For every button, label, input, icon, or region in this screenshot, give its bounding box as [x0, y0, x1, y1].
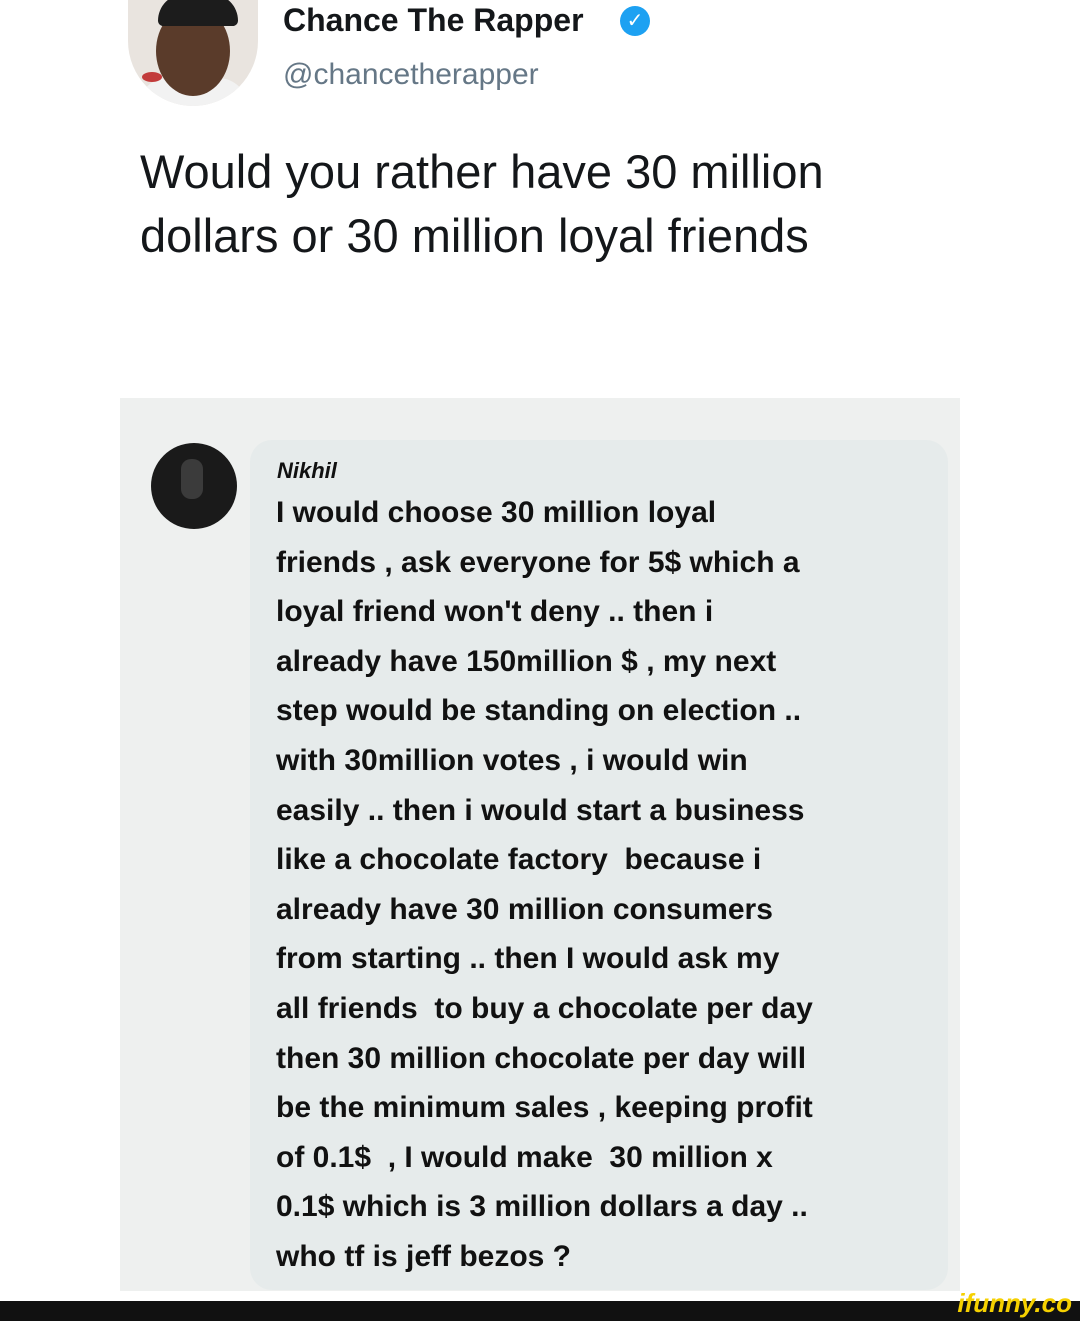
tweet-text: Would you rather have 30 million dollars…	[140, 145, 824, 262]
author-display-name[interactable]: Chance The Rapper	[283, 2, 584, 39]
commenter-avatar[interactable]	[151, 443, 237, 529]
commenter-name[interactable]: Nikhil	[277, 458, 337, 484]
ifunny-watermark: ifunny.co	[957, 1288, 1072, 1318]
avatar-cap	[158, 0, 238, 26]
author-handle[interactable]: @chancetherapper	[283, 58, 539, 92]
avatar-splash	[142, 72, 162, 82]
watermark-bar	[0, 1301, 1080, 1321]
tweet-card: Chance The Rapper ✓ @chancetherapper Wou…	[0, 0, 1080, 398]
author-avatar[interactable]	[128, 0, 258, 106]
comment-text: I would choose 30 million loyal friends …	[276, 496, 813, 1273]
avatar-figure	[181, 459, 203, 499]
verified-badge-icon: ✓	[620, 6, 650, 36]
